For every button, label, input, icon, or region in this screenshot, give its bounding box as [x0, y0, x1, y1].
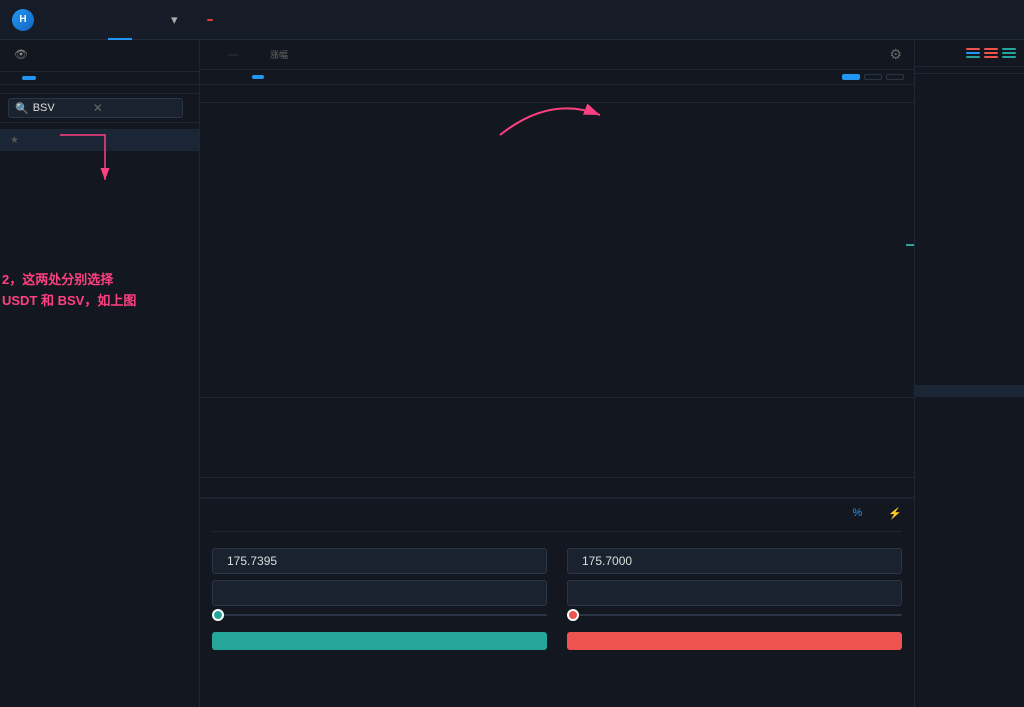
buy-amount-row[interactable] [212, 580, 547, 606]
mid-price [915, 385, 1024, 397]
ob-icon-sell[interactable] [984, 46, 998, 60]
tab-sl-tp[interactable] [244, 507, 248, 525]
sell-price-input[interactable] [582, 554, 893, 568]
buy-button[interactable] [212, 632, 547, 650]
tab-husd[interactable] [38, 76, 52, 80]
settings-icon[interactable]: ⚙ [889, 46, 902, 63]
volume-area [200, 397, 914, 477]
time-4hour[interactable] [294, 75, 306, 79]
buy-slider-row[interactable] [212, 614, 547, 616]
time-1hour[interactable] [280, 75, 292, 79]
trading-tabs: % ⚡ [212, 507, 902, 532]
buy-price-input[interactable] [227, 554, 538, 568]
main-layout: 👁 🔍 ✕ ★ [0, 40, 1024, 707]
hot-badge [207, 19, 213, 21]
search-icon: 🔍 [15, 102, 29, 115]
nav-margin[interactable] [132, 0, 156, 40]
logo-icon: H [12, 9, 34, 31]
chart-header: 涨幅 ⚙ [200, 40, 914, 70]
time-15min[interactable] [252, 75, 264, 79]
ob-icon-buy[interactable] [1002, 46, 1016, 60]
coin-table-header [0, 123, 199, 130]
tab-btc[interactable] [54, 76, 68, 80]
search-row: 🔍 ✕ [0, 94, 199, 123]
tab-favorites[interactable] [6, 76, 20, 80]
buy-orders-list [915, 397, 1024, 707]
time-1week[interactable] [322, 75, 334, 79]
portfolio-label: 👁 [10, 48, 189, 61]
sell-slider-thumb[interactable] [567, 609, 579, 621]
filter-tabs [0, 72, 199, 85]
portfolio-section: 👁 [0, 40, 199, 72]
ob-icon-both[interactable] [966, 46, 980, 60]
chart-type-buttons [842, 74, 904, 80]
candlestick-chart [200, 103, 500, 253]
fee-rate[interactable]: % [853, 507, 863, 525]
logo: H [12, 9, 40, 31]
header: H ▾ [0, 0, 1024, 40]
time-1day[interactable] [308, 75, 320, 79]
sell-price-row[interactable] [567, 548, 902, 574]
sell-button[interactable] [567, 632, 902, 650]
orderbook-header [915, 40, 1024, 67]
stat-change: 涨幅 [270, 48, 288, 62]
trade-columns [212, 542, 902, 650]
left-sidebar: 👁 🔍 ✕ ★ [0, 40, 200, 707]
tab-eth[interactable] [70, 76, 84, 80]
time-bar [200, 70, 914, 85]
buy-amount-input[interactable] [227, 586, 538, 600]
buy-slider-track[interactable] [212, 614, 547, 616]
trading-panel: % ⚡ [200, 497, 914, 707]
sell-slider-track[interactable] [567, 614, 902, 616]
center-panel: 涨幅 ⚙ [200, 40, 914, 707]
nav-spot[interactable] [108, 0, 132, 40]
alts-row[interactable] [0, 85, 199, 94]
tab-usdt[interactable] [22, 76, 36, 80]
buy-price-row[interactable] [212, 548, 547, 574]
clear-icon[interactable]: ✕ [93, 101, 103, 115]
nav-contract[interactable]: ▾ [156, 0, 190, 40]
x-axis [200, 477, 914, 497]
sell-orders-list [915, 74, 1024, 385]
sell-slider-row[interactable] [567, 614, 902, 616]
chart-pro[interactable] [864, 74, 882, 80]
time-time[interactable] [210, 75, 222, 79]
sell-amount-row[interactable] [567, 580, 902, 606]
buy-slider-thumb[interactable] [212, 609, 224, 621]
time-1mon[interactable] [336, 75, 348, 79]
sell-amount-input[interactable] [582, 586, 893, 600]
coin-star[interactable]: ★ [10, 135, 19, 146]
chart-basic[interactable] [842, 74, 860, 80]
search-input-wrap[interactable]: 🔍 ✕ [8, 98, 183, 118]
tab-ht[interactable] [86, 76, 100, 80]
volume-chart [200, 327, 500, 477]
coin-row-bsv[interactable]: ★ [0, 130, 199, 152]
time-30min[interactable] [266, 75, 278, 79]
candle-info-bar [200, 85, 914, 103]
right-sidebar [914, 40, 1024, 707]
buy-column [212, 542, 547, 650]
orderbook-view-icons [966, 46, 1016, 60]
sell-column [567, 542, 902, 650]
current-price-tag [906, 244, 914, 246]
chart-depth[interactable] [886, 74, 904, 80]
nav-academy[interactable] [190, 0, 225, 40]
time-1min[interactable] [224, 75, 236, 79]
time-5min[interactable] [238, 75, 250, 79]
nav-fiat[interactable] [84, 0, 108, 40]
orderbook-col-header [915, 67, 1024, 74]
market-label [228, 54, 238, 56]
search-input[interactable] [33, 102, 93, 114]
leverage-btn[interactable]: ⚡ [888, 507, 902, 525]
nav-market[interactable] [60, 0, 84, 40]
